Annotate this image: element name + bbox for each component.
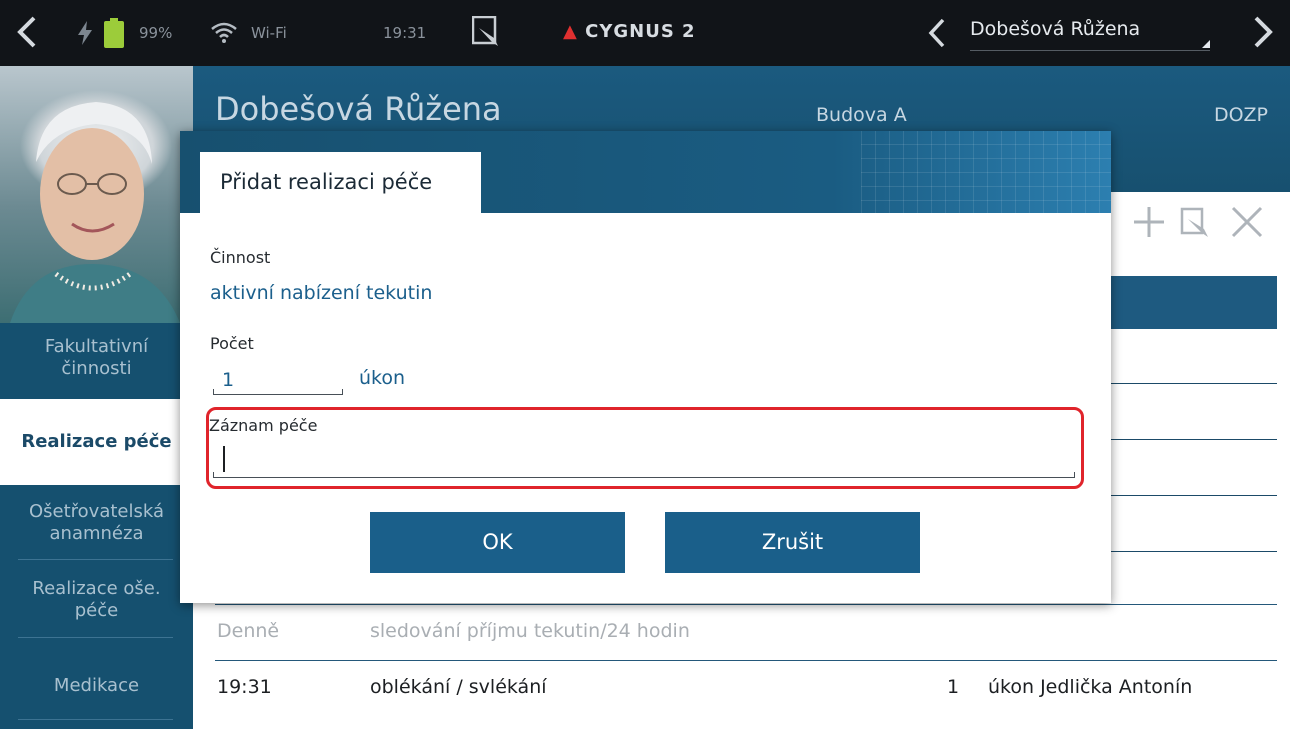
dialog-title: Přidat realizaci péče — [200, 152, 481, 213]
patient-photo — [0, 66, 193, 323]
previous-patient-icon[interactable] — [925, 16, 949, 50]
building-label: Budova A — [816, 104, 907, 126]
sidebar-divider — [18, 719, 173, 720]
list-item-activity: oblékání / svlékání — [370, 676, 547, 698]
wifi-label: Wi-Fi — [251, 24, 287, 42]
delete-icon[interactable] — [1230, 205, 1264, 243]
list-item-time: 19:31 — [217, 676, 272, 698]
list-item[interactable]: Denně sledování příjmu tekutin/24 hodin — [215, 604, 1277, 660]
sidebar-divider — [18, 559, 173, 560]
charging-bolt-icon — [76, 21, 94, 49]
list-item-unit-person: úkon Jedlička Antonín — [988, 676, 1193, 698]
sidebar-item-realizace-ose-pece[interactable]: Realizace oše. péče — [0, 578, 193, 628]
patient-selector[interactable]: Dobešová Růžena — [970, 18, 1210, 51]
care-note-input[interactable] — [213, 440, 1075, 478]
sidebar-item-medikace[interactable]: Medikace — [0, 675, 193, 701]
activity-label: Činnost — [210, 248, 271, 267]
brand-logo: ▲ CYGNUS 2 — [563, 21, 696, 42]
add-care-dialog: Přidat realizaci péče Činnost aktivní na… — [180, 131, 1111, 603]
cancel-button[interactable]: Zrušit — [665, 512, 920, 573]
text-caret — [223, 446, 225, 472]
unit-label: DOZP — [1213, 104, 1268, 126]
list-item-count: 1 — [947, 676, 960, 698]
patient-avatar — [10, 102, 180, 323]
signature-pen-icon[interactable] — [471, 15, 502, 52]
header-decoration — [861, 131, 1111, 213]
patient-selector-value: Dobešová Růžena — [970, 18, 1141, 40]
sidebar-divider — [18, 637, 173, 638]
list-header-bar — [1110, 276, 1277, 329]
count-label: Počet — [210, 334, 254, 353]
ok-button[interactable]: OK — [370, 512, 625, 573]
add-icon[interactable] — [1132, 205, 1166, 243]
count-input[interactable]: 1 — [213, 365, 343, 395]
patient-name: Dobešová Růžena — [215, 90, 502, 128]
top-status-bar: 99% Wi-Fi 19:31 ▲ CYGNUS 2 Dobešová Růže… — [0, 0, 1290, 66]
dialog-header: Přidat realizaci péče — [180, 131, 1111, 213]
sidebar-item-fakultativni-cinnosti[interactable]: Fakultativní činnosti — [0, 336, 193, 386]
battery-icon — [104, 18, 124, 48]
dropdown-triangle-icon — [1202, 40, 1210, 48]
clock: 19:31 — [383, 24, 427, 42]
battery-percent: 99% — [139, 24, 173, 42]
list-item[interactable]: 19:31 oblékání / svlékání 1 úkon Jedličk… — [215, 660, 1277, 716]
next-patient-icon[interactable] — [1248, 12, 1278, 52]
care-note-label: Záznam péče — [209, 416, 318, 435]
list-divider — [1110, 551, 1277, 552]
sidebar-item-osetrovatelska-anamneza[interactable]: Ošetřovatelská anamnéza — [0, 501, 193, 551]
list-divider — [1110, 439, 1277, 440]
list-divider — [1110, 495, 1277, 496]
sidebar: Fakultativní činnosti Realizace péče Oše… — [0, 323, 193, 729]
back-chevron-icon[interactable] — [8, 12, 46, 52]
sidebar-item-realizace-pece[interactable]: Realizace péče — [0, 399, 193, 485]
list-item-time: Denně — [217, 620, 280, 642]
list-item-activity: sledování příjmu tekutin/24 hodin — [370, 620, 690, 642]
care-note-highlight: Záznam péče — [206, 407, 1084, 489]
activity-value[interactable]: aktivní nabízení tekutin — [210, 282, 432, 304]
wifi-icon — [210, 21, 238, 47]
list-divider — [1110, 383, 1277, 384]
edit-icon[interactable] — [1180, 207, 1212, 243]
count-unit: úkon — [359, 367, 406, 389]
